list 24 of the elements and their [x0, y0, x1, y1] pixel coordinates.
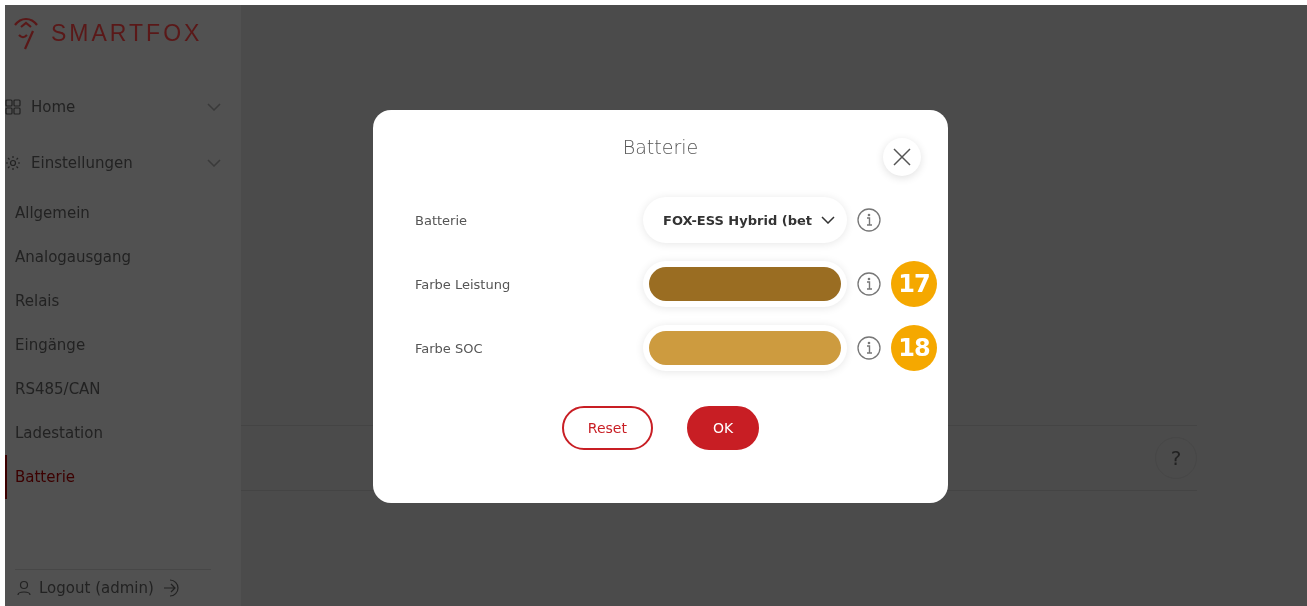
nav-item[interactable]: Batterie: [5, 455, 241, 499]
color-picker[interactable]: [643, 261, 847, 307]
reset-button[interactable]: Reset: [561, 406, 653, 450]
ok-button[interactable]: OK: [686, 406, 760, 450]
annotation-badge: 18: [891, 325, 937, 371]
chevron-down-icon: [821, 216, 835, 224]
annotation-badge: 17: [891, 261, 937, 307]
info-icon[interactable]: [857, 208, 881, 232]
user-icon: [17, 580, 31, 596]
info-icon[interactable]: [857, 272, 881, 296]
field-label: Batterie: [415, 212, 469, 228]
grid-icon: [5, 99, 21, 115]
close-button[interactable]: [883, 138, 921, 176]
battery-select[interactable]: FOX-ESS Hybrid (bet: [643, 197, 847, 243]
info-icon[interactable]: [857, 336, 881, 360]
close-icon: [893, 148, 911, 166]
color-picker[interactable]: [643, 325, 847, 371]
help-button[interactable]: ?: [1155, 437, 1197, 479]
dialog-title: Batterie: [622, 136, 699, 160]
settings-icon: [5, 155, 21, 171]
field-label: Farbe Leistung: [415, 276, 512, 292]
logo-text: SMARTFOX: [51, 19, 203, 47]
fox-logo-icon: [11, 15, 41, 51]
field-label: Farbe SOC: [415, 340, 484, 356]
